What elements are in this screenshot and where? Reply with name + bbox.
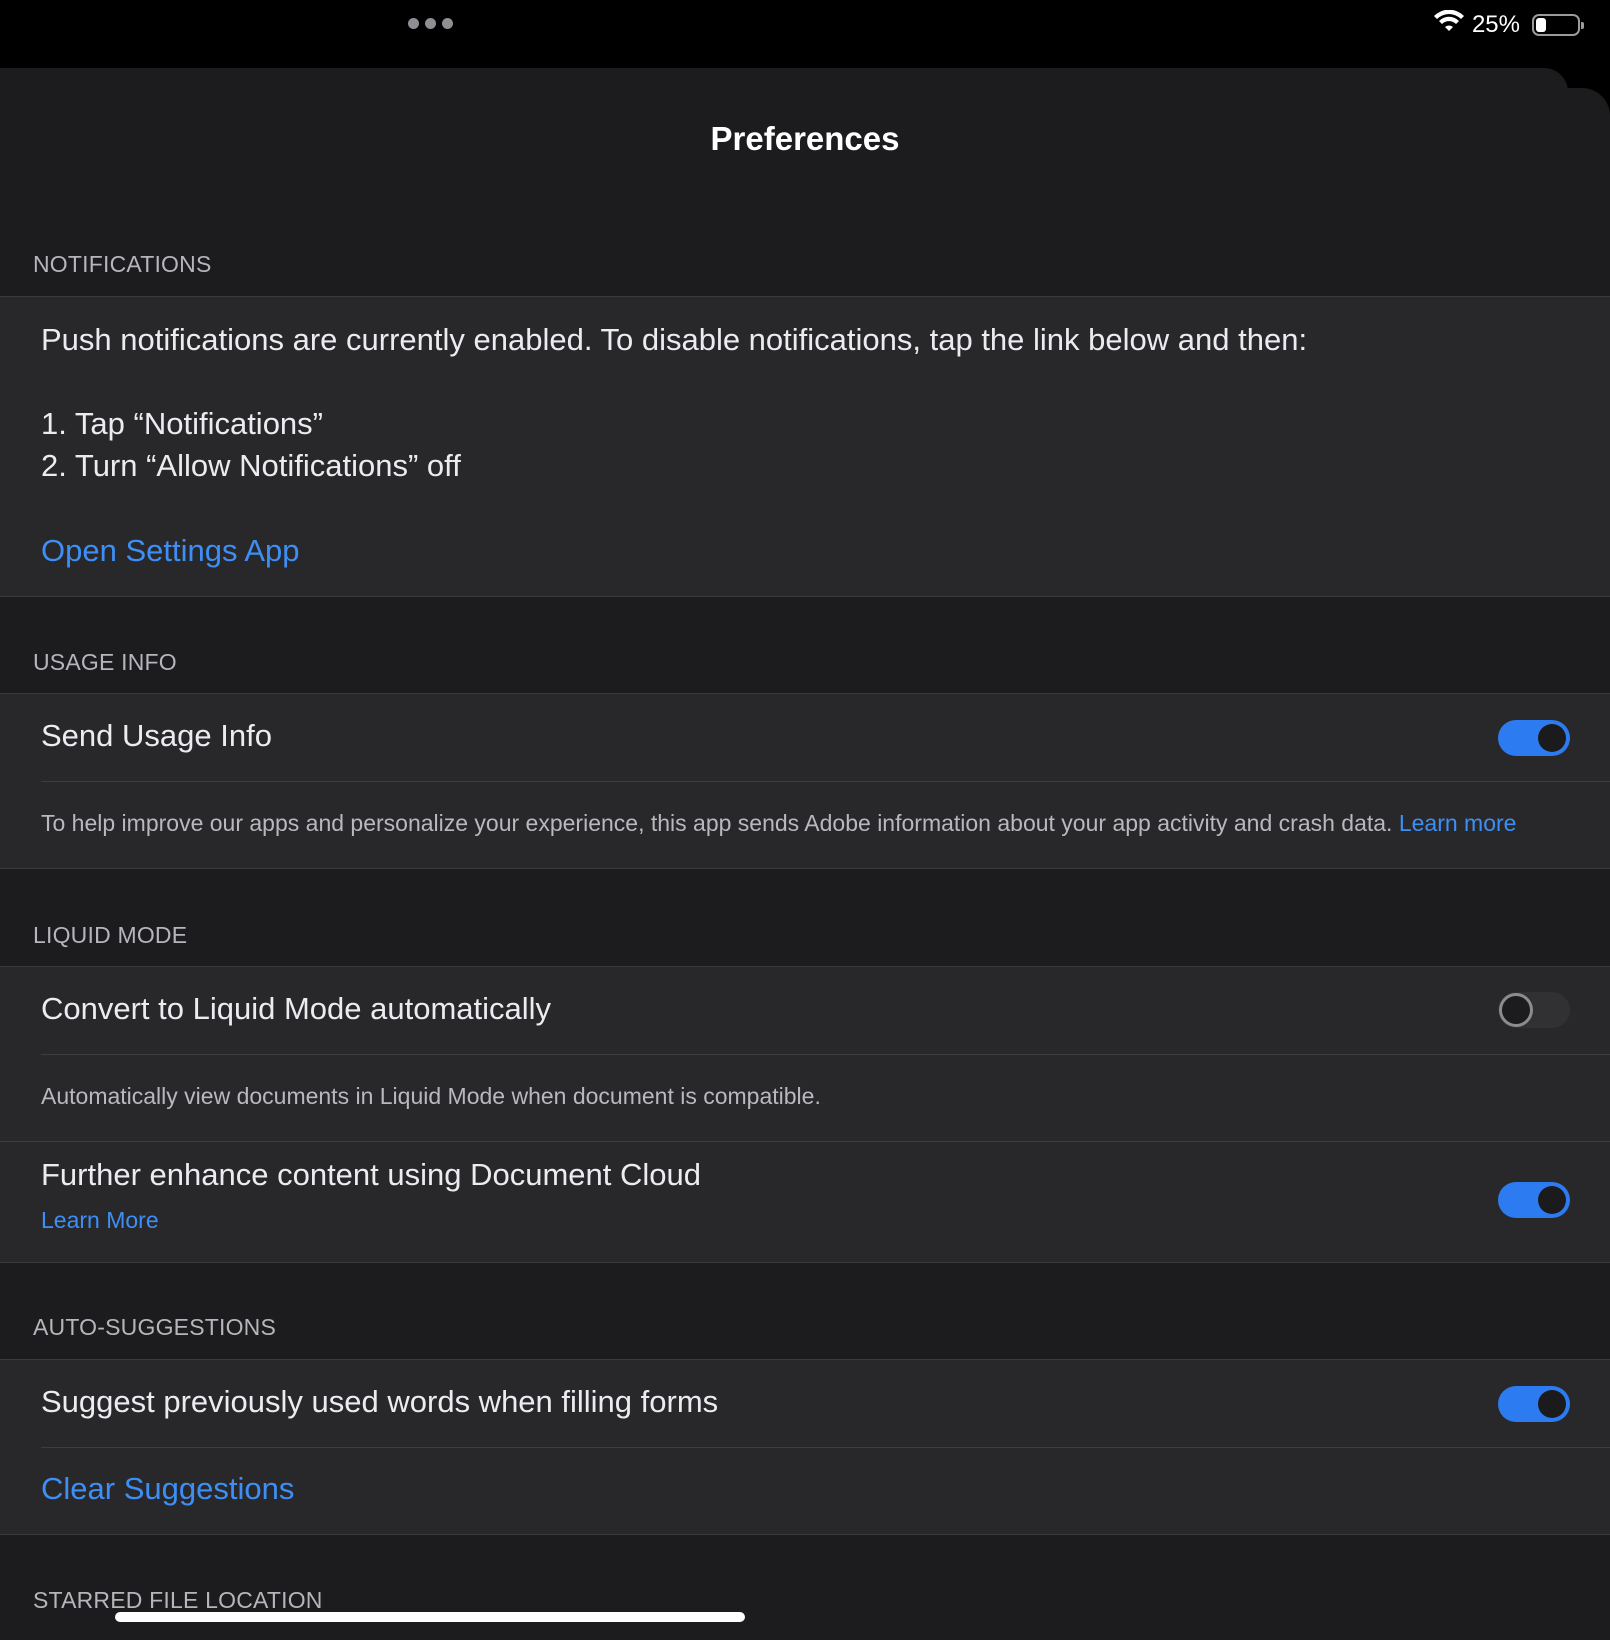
- convert-liquid-mode-description: Automatically view documents in Liquid M…: [41, 1083, 821, 1109]
- convert-liquid-mode-label: Convert to Liquid Mode automatically: [41, 991, 552, 1026]
- toggle-knob: [1538, 724, 1566, 752]
- section-header-notifications: NOTIFICATIONS: [33, 251, 212, 277]
- home-indicator[interactable]: [115, 1612, 745, 1622]
- ellipsis-dots-icon[interactable]: [408, 18, 453, 29]
- open-settings-app-link[interactable]: Open Settings App: [41, 533, 300, 569]
- toggle-knob: [1499, 993, 1533, 1027]
- enhance-document-cloud-label: Further enhance content using Document C…: [41, 1157, 702, 1192]
- suggest-words-label: Suggest previously used words when filli…: [41, 1384, 719, 1419]
- status-bar: 25%: [0, 0, 1610, 68]
- divider: [41, 1447, 1610, 1448]
- enhance-document-cloud-toggle[interactable]: [1498, 1182, 1570, 1218]
- section-header-starred-file-location: STARRED FILE LOCATION: [33, 1587, 323, 1613]
- send-usage-info-label: Send Usage Info: [41, 718, 272, 753]
- convert-liquid-mode-toggle[interactable]: [1498, 992, 1570, 1028]
- battery-icon: [1532, 14, 1584, 36]
- section-header-auto-suggestions: AUTO-SUGGESTIONS: [33, 1314, 277, 1340]
- divider: [41, 781, 1610, 782]
- usage-info-group: Send Usage Info To help improve our apps…: [0, 693, 1610, 869]
- divider: [0, 1141, 1610, 1142]
- notifications-description: Push notifications are currently enabled…: [41, 322, 1308, 357]
- toggle-knob: [1538, 1186, 1566, 1214]
- send-usage-info-toggle[interactable]: [1498, 720, 1570, 756]
- wifi-icon: [1433, 9, 1464, 41]
- battery-percent: 25%: [1471, 11, 1520, 38]
- section-header-liquid-mode: LIQUID MODE: [33, 922, 188, 948]
- enhance-learn-more-link[interactable]: Learn More: [41, 1207, 159, 1234]
- usage-info-learn-more-link[interactable]: Learn more: [1399, 810, 1517, 836]
- toggle-knob: [1538, 1390, 1566, 1418]
- clear-suggestions-link[interactable]: Clear Suggestions: [41, 1471, 294, 1507]
- liquid-mode-group: Convert to Liquid Mode automatically Aut…: [0, 966, 1610, 1263]
- suggest-words-toggle[interactable]: [1498, 1386, 1570, 1422]
- usage-info-description: To help improve our apps and personalize…: [41, 810, 1516, 837]
- usage-info-description-text: To help improve our apps and personalize…: [41, 810, 1393, 836]
- auto-suggestions-group: Suggest previously used words when filli…: [0, 1359, 1610, 1535]
- notifications-group: Push notifications are currently enabled…: [0, 296, 1610, 597]
- status-indicators: 25%: [1433, 8, 1584, 42]
- preferences-sheet: Preferences NOTIFICATIONS Push notificat…: [0, 88, 1610, 1640]
- divider: [41, 1054, 1610, 1055]
- section-header-usage-info: USAGE INFO: [33, 649, 177, 675]
- notifications-step-2: 2. Turn “Allow Notifications” off: [41, 448, 461, 483]
- notifications-step-1: 1. Tap “Notifications”: [41, 406, 323, 441]
- page-title: Preferences: [710, 120, 900, 157]
